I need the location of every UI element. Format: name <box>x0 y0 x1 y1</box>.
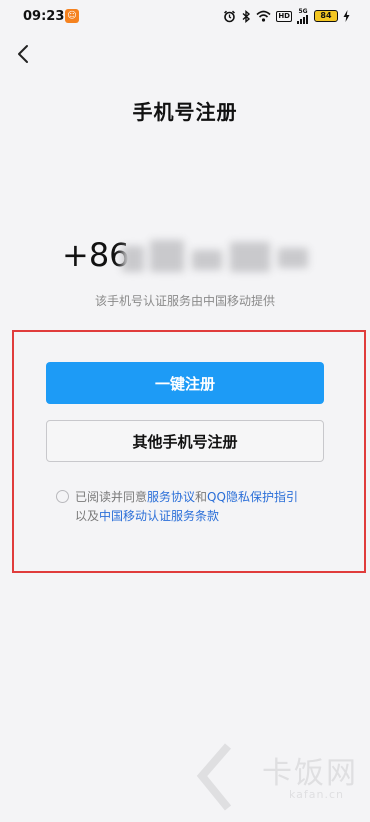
agreement-prefix: 已阅读并同意 <box>75 490 148 504</box>
wifi-icon <box>256 10 271 22</box>
agreement-and-also: 以及 <box>75 509 100 523</box>
page-title: 手机号注册 <box>132 100 238 124</box>
watermark-url: kafan.cn <box>288 788 344 801</box>
privacy-guide-link[interactable]: QQ隐私保护指引 <box>207 490 298 504</box>
status-bar: 09:23 ☺ HD 5G 84 <box>0 0 370 34</box>
alarm-icon <box>224 10 236 22</box>
status-icons: HD 5G 84 <box>223 7 350 25</box>
agreement-text: 已阅读并同意服务协议和QQ隐私保护指引以及中国移动认证服务条款 <box>75 488 335 526</box>
bluetooth-icon <box>242 9 251 23</box>
hd-badge: HD <box>276 10 292 22</box>
charging-icon <box>343 10 350 22</box>
phone-number-display: +86 <box>62 232 322 282</box>
watermark: 卡饭网 kafan.cn <box>188 742 358 812</box>
cmcc-terms-link[interactable]: 中国移动认证服务条款 <box>99 509 219 523</box>
signal-bars-icon <box>297 14 308 24</box>
status-time: 09:23 <box>23 9 65 24</box>
carrier-note: 该手机号认证服务由中国移动提供 <box>94 294 275 308</box>
cellular-signal: 5G <box>297 8 309 24</box>
other-phone-register-button[interactable]: 其他手机号注册 <box>46 420 324 462</box>
watermark-logo-icon <box>196 743 232 811</box>
chevron-left-icon <box>18 45 28 63</box>
agreement-checkbox[interactable] <box>56 490 69 503</box>
service-agreement-link[interactable]: 服务协议 <box>147 490 195 504</box>
agreement-and: 和 <box>195 490 208 504</box>
watermark-brand: 卡饭网 <box>262 756 358 791</box>
battery-indicator: 84 <box>314 10 338 22</box>
one-click-register-button[interactable]: 一键注册 <box>46 362 324 404</box>
masked-phone-number <box>120 240 320 280</box>
back-button[interactable] <box>10 40 38 68</box>
notification-app-icon: ☺ <box>65 9 79 23</box>
